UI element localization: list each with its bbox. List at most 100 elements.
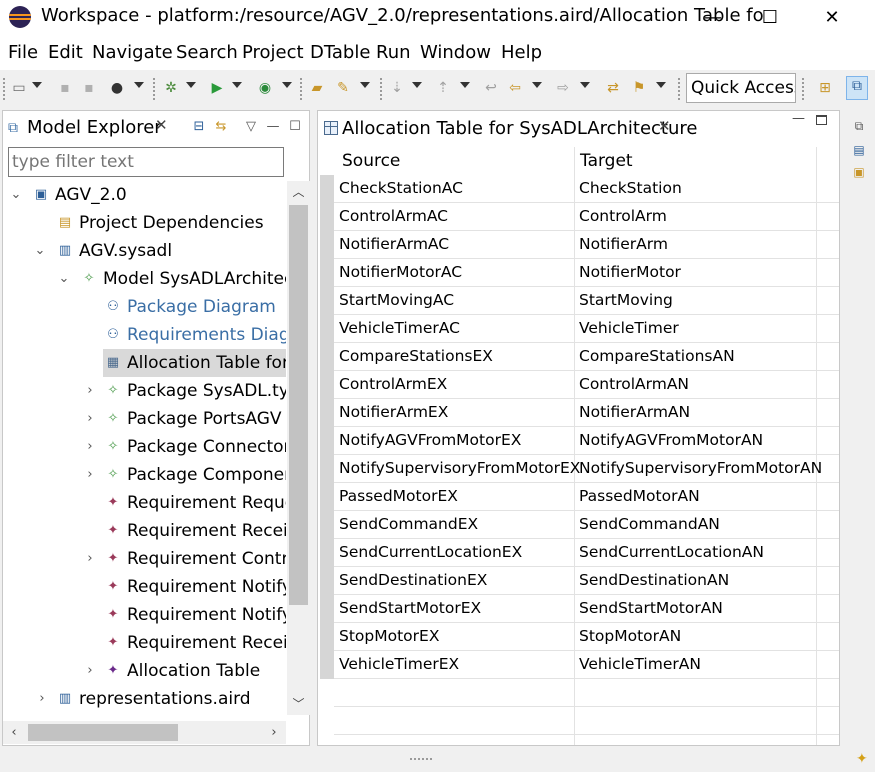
quick-access-input[interactable]: Quick Access — [686, 73, 796, 103]
pin-icon[interactable]: ⚑ — [630, 79, 648, 97]
expand-arrow-icon[interactable]: › — [83, 545, 97, 573]
table-row[interactable]: SendCurrentLocationEX SendCurrentLocation… — [334, 539, 839, 567]
source-cell[interactable]: VehicleTimerEX — [339, 655, 459, 673]
table-row[interactable]: SendDestinationEX SendDestinationAN — [334, 567, 839, 595]
user-dropdown-icon[interactable] — [134, 82, 144, 88]
table-row[interactable]: VehicleTimerEX VehicleTimerAN — [334, 651, 839, 679]
source-cell[interactable]: CheckStationAC — [339, 179, 463, 197]
next-annotation-dropdown-icon[interactable] — [412, 82, 422, 88]
table-row[interactable]: NotifySupervisoryFromMotorEX NotifySuperv… — [334, 455, 839, 483]
properties-view-icon[interactable]: ▤ — [851, 142, 867, 158]
new-dropdown-icon[interactable] — [32, 82, 42, 88]
source-cell[interactable]: ControlArmAC — [339, 207, 448, 225]
menu-search[interactable]: Search — [176, 42, 238, 63]
new-icon[interactable]: ▭ — [10, 79, 28, 97]
close-tab-icon[interactable]: ✕ — [658, 117, 671, 135]
minimize-editor-icon[interactable]: — — [792, 111, 805, 126]
save-all-icon[interactable]: ▪ — [80, 79, 98, 97]
debug-icon[interactable]: ✲ — [162, 79, 180, 97]
view-menu-icon[interactable]: ▽ — [243, 119, 259, 135]
back-dropdown-icon[interactable] — [532, 82, 542, 88]
filter-input[interactable] — [8, 147, 284, 177]
tree-item-allocation-table-selected[interactable]: ▦ Allocation Table for S — [103, 349, 286, 377]
menu-run[interactable]: Run — [376, 42, 411, 63]
run-icon[interactable]: ▶ — [208, 79, 226, 97]
open-folder-icon[interactable]: ▰ — [308, 79, 326, 97]
table-row[interactable]: ControlArmAC ControlArm — [334, 203, 839, 231]
table-row[interactable]: NotifierArmEX NotifierArmAN — [334, 399, 839, 427]
target-cell[interactable]: StopMotorAN — [579, 627, 681, 645]
back-icon[interactable]: ⇦ — [506, 79, 524, 97]
source-cell[interactable]: ControlArmEX — [339, 375, 447, 393]
target-cell[interactable]: PassedMotorAN — [579, 487, 700, 505]
tree-item-requirements-diagram[interactable]: ⚇ Requirements Diagra — [3, 321, 286, 349]
tree-item-requirement[interactable]: ✦ Requirement NotifyF — [3, 601, 286, 629]
save-icon[interactable]: ▪ — [56, 79, 74, 97]
sync-icon[interactable]: ⇄ — [604, 79, 622, 97]
menu-project[interactable]: Project — [242, 42, 304, 63]
target-cell[interactable]: NotifySupervisoryFromMotorAN — [579, 459, 822, 477]
table-row[interactable]: NotifierMotorAC NotifierMotor — [334, 259, 839, 287]
target-cell[interactable]: VehicleTimerAN — [579, 655, 701, 673]
source-cell[interactable]: CompareStationsEX — [339, 347, 493, 365]
minimize-view-icon[interactable]: — — [265, 119, 281, 135]
table-row[interactable]: StopMotorEX StopMotorAN — [334, 623, 839, 651]
source-cell[interactable]: SendDestinationEX — [339, 571, 487, 589]
forward-icon[interactable]: ⇨ — [554, 79, 572, 97]
external-tools-icon[interactable]: ◉ — [256, 79, 274, 97]
tree-item-requirement[interactable]: › ✦ Requirement Contro — [3, 545, 286, 573]
maximize-view-icon[interactable]: ☐ — [287, 119, 303, 135]
forward-dropdown-icon[interactable] — [580, 82, 590, 88]
target-cell[interactable]: ControlArm — [579, 207, 667, 225]
table-row[interactable]: SendStartMotorEX SendStartMotorAN — [334, 595, 839, 623]
scroll-down-icon[interactable]: ﹀ — [287, 693, 310, 715]
tree-item-requirement[interactable]: ✦ Requirement Reques — [3, 489, 286, 517]
toolbar-grip[interactable] — [153, 78, 156, 100]
tree-item-requirement[interactable]: ✦ Requirement NotifyF — [3, 573, 286, 601]
scroll-left-icon[interactable]: ‹ — [3, 721, 25, 744]
tree-item-model[interactable]: ⌄ ✧ Model SysADLArchitect — [3, 265, 286, 293]
menu-help[interactable]: Help — [501, 42, 542, 63]
target-cell[interactable]: SendDestinationAN — [579, 571, 729, 589]
collapse-arrow-icon[interactable]: ⌄ — [57, 265, 71, 293]
menu-navigate[interactable]: Navigate — [92, 42, 173, 63]
toolbar-grip[interactable] — [300, 78, 303, 100]
tree-item-package-diagram[interactable]: ⚇ Package Diagram — [3, 293, 286, 321]
source-cell[interactable]: NotifySupervisoryFromMotorEX — [339, 459, 580, 477]
column-header-target[interactable]: Target — [580, 151, 633, 171]
close-tab-icon[interactable]: ✕ — [155, 116, 168, 134]
close-window-button[interactable]: ✕ — [809, 0, 855, 34]
target-cell[interactable]: StartMoving — [579, 291, 673, 309]
table-row[interactable]: VehicleTimerAC VehicleTimer — [334, 315, 839, 343]
tree-item-requirement[interactable]: ✦ Requirement Receive — [3, 517, 286, 545]
tree-item-requirement[interactable]: ✦ Requirement Receive — [3, 629, 286, 657]
target-cell[interactable]: ControlArmAN — [579, 375, 689, 393]
expand-arrow-icon[interactable]: › — [83, 377, 97, 405]
tree-item-agv-project[interactable]: ⌄ ▣ AGV_2.0 — [3, 181, 286, 209]
column-header-source[interactable]: Source — [342, 151, 400, 171]
source-cell[interactable]: NotifierMotorAC — [339, 263, 462, 281]
scroll-right-icon[interactable]: › — [263, 721, 285, 744]
minimize-button[interactable]: — — [690, 0, 736, 34]
collapse-all-icon[interactable]: ⊟ — [191, 119, 207, 135]
table-row[interactable]: PassedMotorEX PassedMotorAN — [334, 483, 839, 511]
target-cell[interactable]: NotifierArm — [579, 235, 668, 253]
tree-item-package-components[interactable]: › ✧ Package Componen — [3, 461, 286, 489]
run-dropdown-icon[interactable] — [232, 82, 242, 88]
maximize-button[interactable]: ☐ — [747, 0, 793, 34]
source-cell[interactable]: NotifierArmEX — [339, 403, 448, 421]
expand-arrow-icon[interactable]: › — [35, 685, 49, 713]
allocation-table-tab[interactable]: Allocation Table for SysADLArchitecture … — [318, 111, 839, 145]
source-cell[interactable]: NotifyAGVFromMotorEX — [339, 431, 521, 449]
expand-arrow-icon[interactable]: › — [83, 405, 97, 433]
menu-file[interactable]: File — [8, 42, 38, 63]
target-cell[interactable]: CheckStation — [579, 179, 682, 197]
tree-item-allocation-table[interactable]: › ✦ Allocation Table — [3, 657, 286, 685]
sirius-perspective-icon[interactable]: ⧉ — [846, 76, 868, 100]
expand-arrow-icon[interactable]: › — [83, 657, 97, 685]
table-row[interactable]: CheckStationAC CheckStation — [334, 175, 839, 203]
outline-view-icon[interactable]: ▣ — [851, 164, 867, 180]
table-row[interactable]: ControlArmEX ControlArmAN — [334, 371, 839, 399]
source-cell[interactable]: SendCurrentLocationEX — [339, 543, 522, 561]
menu-window[interactable]: Window — [420, 42, 491, 63]
